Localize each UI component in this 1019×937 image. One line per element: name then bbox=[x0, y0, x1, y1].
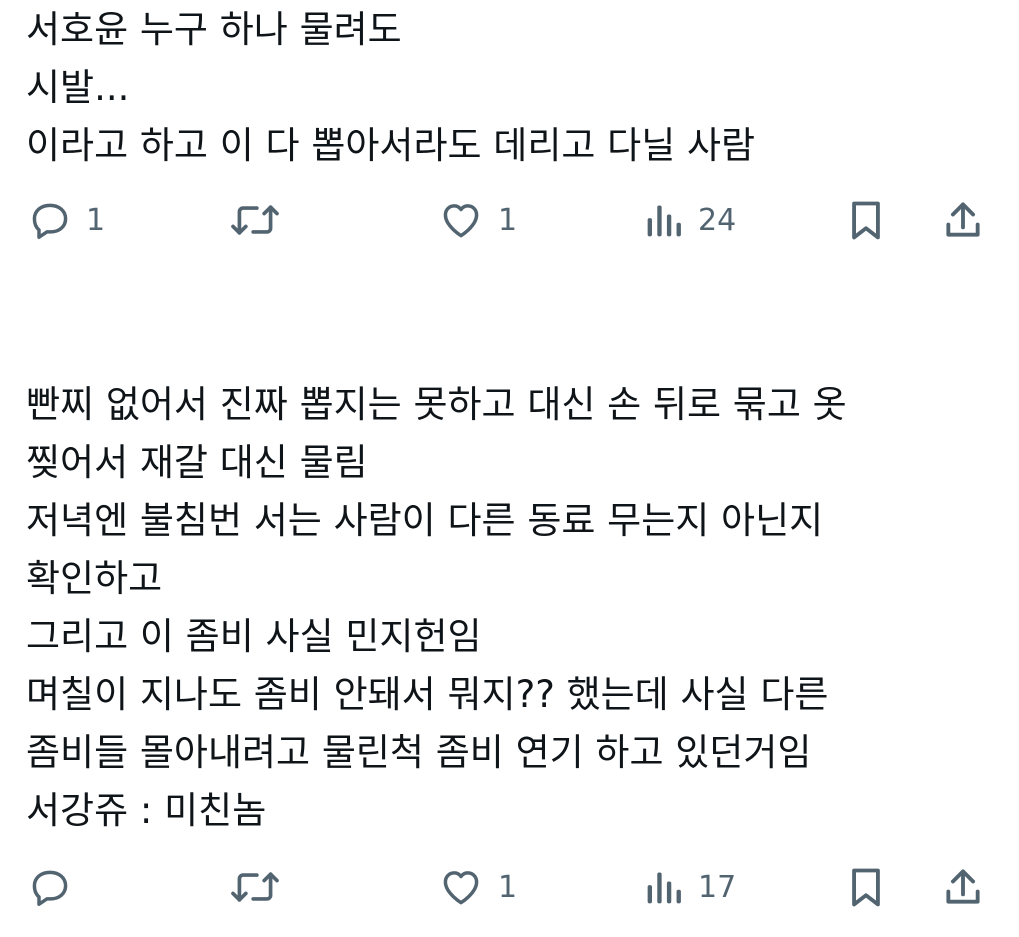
post-text: 빤찌 없어서 진짜 뽑지는 못하고 대신 손 뒤로 묶고 옷 찢어서 재갈 대신… bbox=[26, 376, 996, 840]
repost-button[interactable] bbox=[230, 190, 294, 250]
heart-icon bbox=[438, 198, 484, 242]
repost-arrows-icon bbox=[230, 865, 280, 909]
speech-bubble-icon bbox=[28, 198, 72, 242]
share-upload-icon bbox=[942, 865, 984, 909]
post-text-line: 그리고 이 좀비 사실 민지헌임 bbox=[26, 615, 482, 658]
like-button[interactable]: 1 bbox=[438, 857, 517, 917]
post-text-line: 시발... bbox=[26, 66, 130, 109]
post-text-line: 저녁엔 불침번 서는 사람이 다른 동료 무는지 아닌지 bbox=[26, 499, 824, 542]
speech-bubble-icon bbox=[28, 865, 72, 909]
reply-count: 1 bbox=[86, 202, 106, 238]
share-button[interactable] bbox=[942, 857, 984, 917]
post-text-line: 확인하고 bbox=[26, 557, 163, 600]
views-button[interactable]: 24 bbox=[644, 190, 736, 250]
bookmark-button[interactable] bbox=[846, 190, 886, 250]
share-button[interactable] bbox=[942, 190, 984, 250]
share-upload-icon bbox=[942, 198, 984, 242]
views-count: 17 bbox=[698, 869, 737, 905]
bookmark-icon bbox=[846, 198, 886, 242]
post-text-line: 이라고 하고 이 다 뽑아서라도 데리고 다닐 사람 bbox=[26, 124, 756, 167]
post-1: 서호윤 누구 하나 물려도 시발... 이라고 하고 이 다 뽑아서라도 데리고… bbox=[0, 0, 1019, 260]
post-text-line: 서강쥬 : 미친놈 bbox=[26, 789, 267, 832]
post-text-line: 서호윤 누구 하나 물려도 bbox=[26, 8, 402, 51]
post-2: 빤찌 없어서 진짜 뽑지는 못하고 대신 손 뒤로 묶고 옷 찢어서 재갈 대신… bbox=[0, 360, 1019, 937]
repost-button[interactable] bbox=[230, 857, 294, 917]
views-button[interactable]: 17 bbox=[644, 857, 736, 917]
repost-arrows-icon bbox=[230, 198, 280, 242]
action-bar: 1 1 24 bbox=[0, 190, 1019, 250]
post-text-line: 좀비들 몰아내려고 물린척 좀비 연기 하고 있던거임 bbox=[26, 731, 812, 774]
like-button[interactable]: 1 bbox=[438, 190, 517, 250]
bar-chart-icon bbox=[644, 865, 684, 909]
heart-icon bbox=[438, 865, 484, 909]
action-bar: 1 17 bbox=[0, 857, 1019, 917]
views-count: 24 bbox=[698, 202, 737, 238]
reply-button[interactable]: 1 bbox=[28, 190, 105, 250]
post-text-line: 며칠이 지나도 좀비 안돼서 뭐지?? 했는데 사실 다른 bbox=[26, 673, 829, 716]
bookmark-icon bbox=[846, 865, 886, 909]
bookmark-button[interactable] bbox=[846, 857, 886, 917]
post-text: 서호윤 누구 하나 물려도 시발... 이라고 하고 이 다 뽑아서라도 데리고… bbox=[26, 1, 996, 175]
bar-chart-icon bbox=[644, 198, 684, 242]
post-text-line: 찢어서 재갈 대신 물림 bbox=[26, 441, 368, 484]
like-count: 1 bbox=[498, 869, 518, 905]
post-text-line: 빤찌 없어서 진짜 뽑지는 못하고 대신 손 뒤로 묶고 옷 bbox=[26, 383, 847, 426]
reply-button[interactable] bbox=[28, 857, 86, 917]
like-count: 1 bbox=[498, 202, 518, 238]
